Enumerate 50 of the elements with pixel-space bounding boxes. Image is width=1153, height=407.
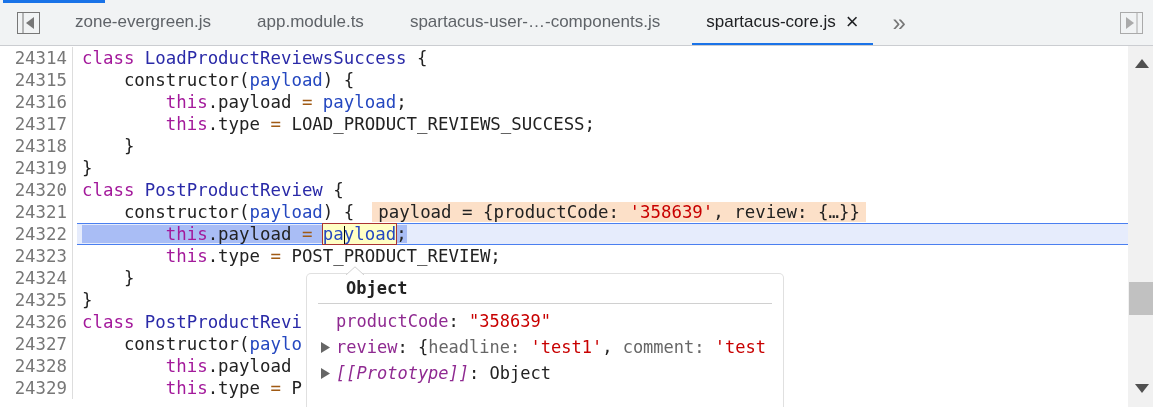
line-number: 24316 bbox=[0, 91, 73, 113]
line-number: 24319 bbox=[0, 157, 73, 179]
line-number: 24328 bbox=[0, 355, 73, 377]
scrollbar-thumb[interactable] bbox=[1129, 282, 1153, 315]
property-text: productCode: "358639" bbox=[336, 311, 551, 331]
property-text: review: {headline: 'test1', comment: 'test bbox=[336, 337, 766, 357]
code-line: constructor(payload) { bbox=[122, 203, 355, 221]
code-line: } bbox=[82, 159, 93, 177]
popover-title: Object bbox=[346, 277, 408, 299]
code-line: this.type = P bbox=[164, 379, 302, 397]
more-tabs-button[interactable]: » bbox=[892, 10, 906, 35]
code-line: class LoadProductReviewsSuccess { bbox=[82, 49, 428, 67]
expand-triangle-icon[interactable] bbox=[321, 341, 330, 353]
code-line: } bbox=[82, 291, 93, 309]
scroll-up-icon[interactable] bbox=[1135, 59, 1149, 68]
line-number: 24325 bbox=[0, 289, 73, 311]
code-line: this.payload = payload; bbox=[164, 93, 407, 111]
file-tab[interactable]: zone-evergreen.js bbox=[61, 0, 226, 45]
line-number: 24323 bbox=[0, 245, 73, 267]
expand-triangle-icon[interactable] bbox=[321, 367, 330, 379]
sidebar-toggle-icon[interactable] bbox=[17, 11, 40, 34]
file-tab[interactable]: app.module.ts bbox=[243, 0, 378, 45]
line-number: 24326 bbox=[0, 311, 73, 333]
line-number: 24329 bbox=[0, 377, 73, 399]
close-tab-button[interactable]: × bbox=[845, 10, 859, 33]
inline-value: payload = {productCode: '358639', review: {…}} bbox=[372, 202, 866, 222]
line-number: 24315 bbox=[0, 69, 73, 91]
code-line: constructor(payload) { bbox=[122, 71, 355, 89]
scroll-down-icon[interactable] bbox=[1135, 384, 1149, 393]
line-number: 24314 bbox=[0, 47, 73, 69]
line-number: 24317 bbox=[0, 113, 73, 135]
code-line: constructor(paylo bbox=[122, 335, 302, 353]
line-number: 24327 bbox=[0, 333, 73, 355]
file-tab[interactable]: spartacus-user-…-components.js bbox=[395, 0, 675, 45]
code-line: this.type = LOAD_PRODUCT_REVIEWS_SUCCESS; bbox=[164, 115, 596, 133]
property-text: [[Prototype]]: Object bbox=[336, 363, 551, 383]
sidebar-toggle-icon[interactable] bbox=[1120, 11, 1143, 34]
code-line: class PostProductRevi bbox=[82, 313, 302, 331]
line-number: 24322 bbox=[0, 223, 73, 245]
code-line: } bbox=[122, 269, 135, 287]
code-line: this.type = POST_PRODUCT_REVIEW; bbox=[164, 247, 501, 265]
line-number: 24318 bbox=[0, 135, 73, 157]
code-line: } bbox=[122, 137, 135, 155]
line-number: 24320 bbox=[0, 179, 73, 201]
line-number: 24324 bbox=[0, 267, 73, 289]
file-tab[interactable]: spartacus-core.js × bbox=[692, 0, 873, 45]
scrollbar[interactable] bbox=[1128, 46, 1153, 407]
code-line: class PostProductReview { bbox=[82, 181, 344, 199]
line-number: 24321 bbox=[0, 201, 73, 223]
code-line: this.payload bbox=[164, 357, 292, 375]
